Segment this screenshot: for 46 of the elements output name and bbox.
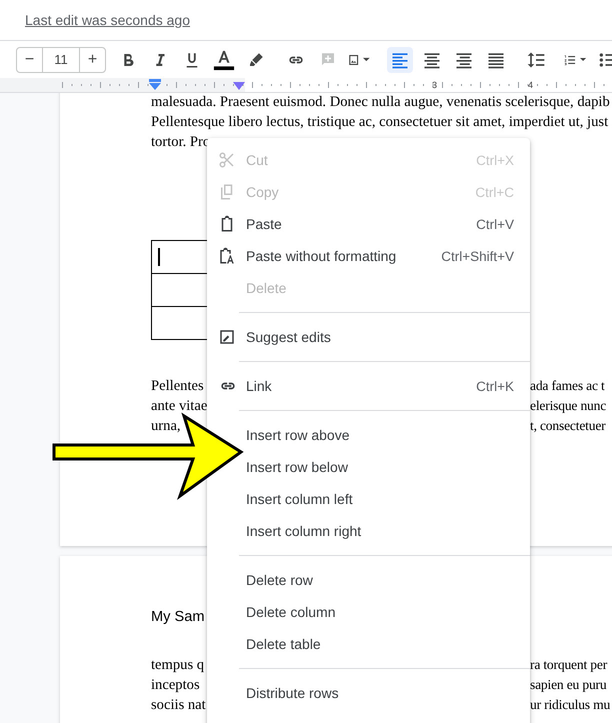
menu-item[interactable]: Paste without formatting Ctrl+Shift+V: [218, 240, 514, 272]
menu-item[interactable]: Delete column: [246, 596, 514, 628]
line-spacing-icon: [526, 50, 546, 70]
menu-item[interactable]: Link Ctrl+K: [218, 370, 514, 402]
align-button[interactable]: [387, 46, 413, 72]
last-edit-link[interactable]: Last edit was seconds ago: [25, 12, 190, 28]
body-text: tempus q: [151, 656, 206, 675]
menu-item[interactable]: Paste Ctrl+V: [218, 208, 514, 240]
highlighter-icon: [247, 50, 265, 68]
body-text: ante vitae: [151, 397, 207, 416]
body-text: sapien eu puru: [530, 676, 606, 694]
menu-item[interactable]: Insert row below: [246, 451, 514, 483]
menu-item[interactable]: Distribute rows: [246, 677, 514, 709]
caret-icon: [580, 57, 586, 62]
body-text: t, consectetuer: [530, 417, 606, 435]
indent-marker[interactable]: [232, 81, 246, 91]
body-text: Pellentes: [151, 377, 205, 396]
body-text: sociis nat: [151, 696, 207, 715]
body-text: elerisque nunc: [530, 397, 606, 415]
menu-item[interactable]: Delete row: [246, 564, 514, 596]
text-cursor: [158, 248, 160, 266]
document-heading: My Sam: [151, 608, 205, 627]
ruler-number: 3: [432, 79, 438, 92]
clipboard-text-icon: [218, 247, 236, 265]
menu-item[interactable]: Insert row above: [246, 419, 514, 451]
font-size-value[interactable]: 11: [42, 48, 80, 72]
text-color-icon: [213, 48, 235, 70]
menu-item[interactable]: Insert column right: [246, 515, 514, 547]
ruler-number: 4: [528, 79, 534, 92]
menu-item[interactable]: Delete table: [246, 628, 514, 660]
body-text: ra torquent per: [530, 656, 608, 674]
indent-marker[interactable]: [148, 79, 162, 91]
font-size-field[interactable]: − 11 +: [16, 46, 106, 72]
body-text: urna,: [151, 417, 182, 436]
body-text: ada fames ac t: [530, 377, 605, 395]
menu-item[interactable]: Insert column left: [246, 483, 514, 515]
body-text: Pellentesque libero lectus, tristique ac, consectetuer sit amet, imperdiet ut, just: [151, 113, 608, 132]
body-text: ur ridiculus mu: [530, 696, 610, 714]
body-text: malesuada. Praesent euismod. Donec nulla augue, venenatis scelerisque, dapib: [151, 93, 610, 112]
scissors-icon: [218, 151, 236, 169]
suggest-edit-icon: [218, 328, 236, 346]
caret-icon: [363, 57, 370, 62]
body-text: inceptos: [151, 676, 201, 695]
menu-item[interactable]: Suggest edits: [218, 321, 514, 353]
increase-font-button[interactable]: +: [80, 48, 105, 72]
decrease-font-button[interactable]: −: [17, 48, 42, 72]
